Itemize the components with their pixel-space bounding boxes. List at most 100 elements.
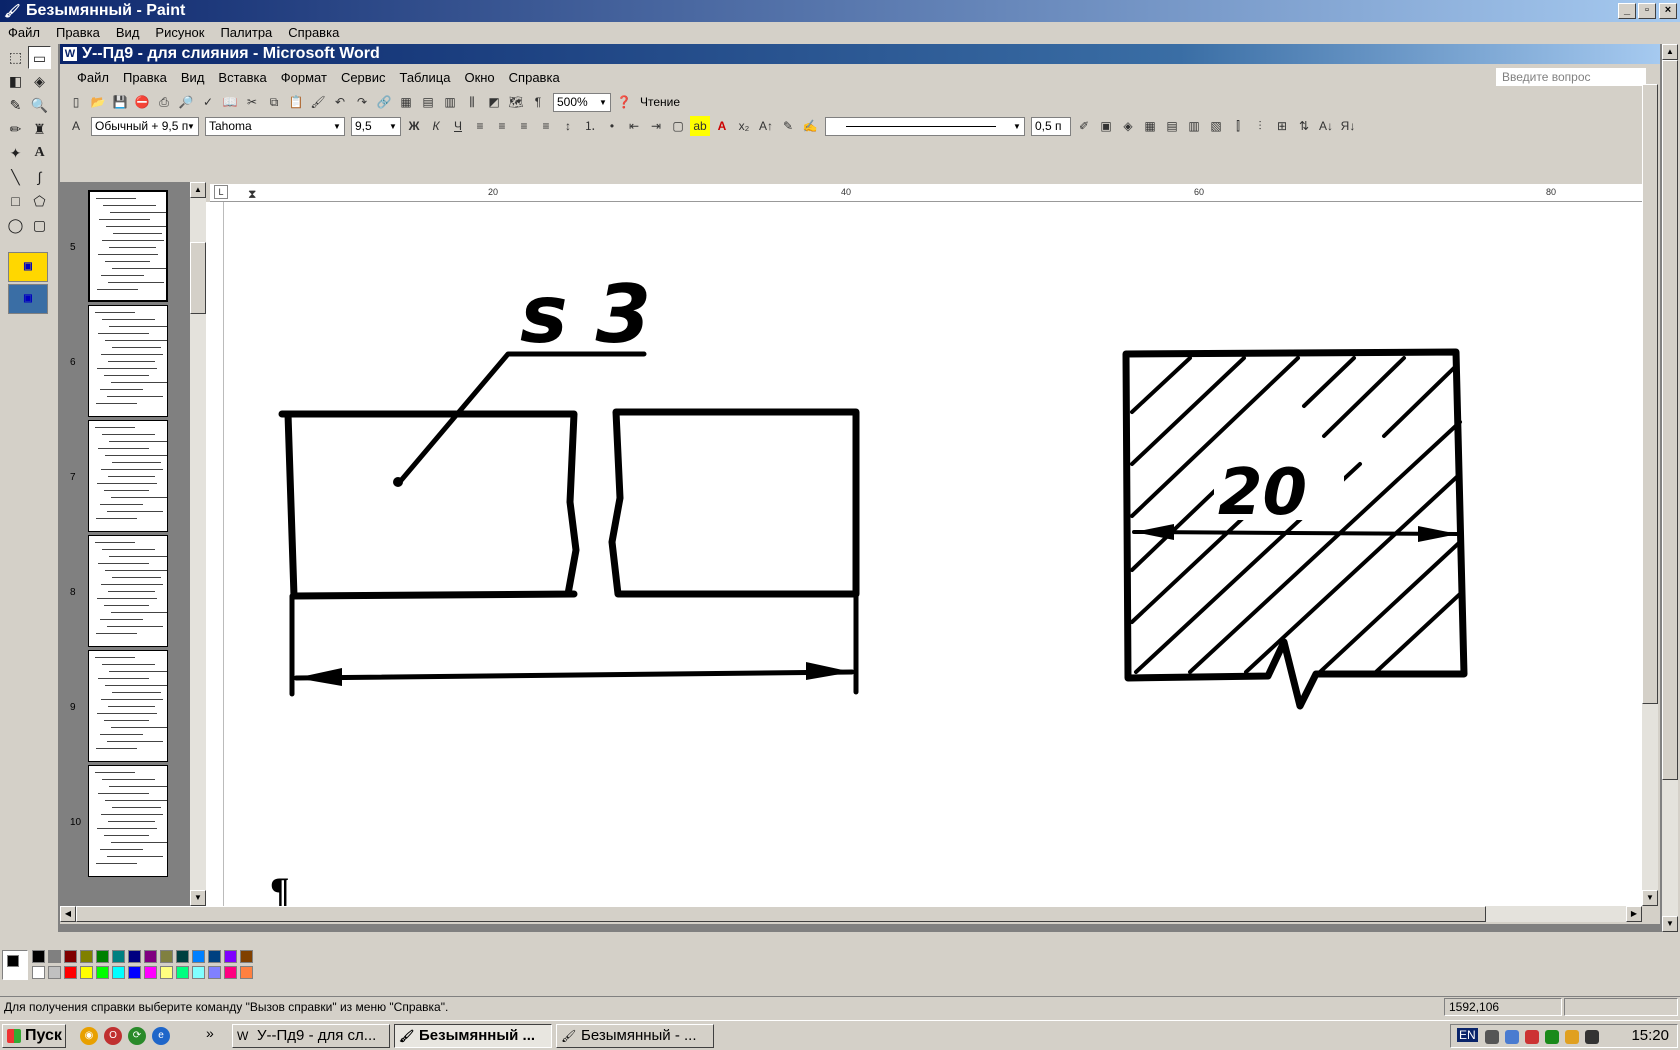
color-swatch[interactable] <box>128 966 141 979</box>
color-swatch[interactable] <box>32 966 45 979</box>
thumbnail-number: 6 <box>70 357 76 368</box>
color-swatch[interactable] <box>144 966 157 979</box>
thumbnail-line <box>108 282 164 283</box>
color-swatch[interactable] <box>80 950 93 963</box>
close-button[interactable]: × <box>1659 3 1677 19</box>
color-swatch[interactable] <box>192 966 205 979</box>
doc-map-icon: 🗺 <box>508 95 524 109</box>
color-swatch[interactable] <box>160 966 173 979</box>
clock: 15:20 <box>1631 1027 1669 1044</box>
paint-menu-palette[interactable]: Палитра <box>212 25 280 40</box>
tray-battery-icon[interactable] <box>1545 1030 1559 1044</box>
color-swatch[interactable] <box>224 966 237 979</box>
paint-menu-image[interactable]: Рисунок <box>147 25 212 40</box>
transparent-option-icon[interactable]: ▣ <box>8 284 48 314</box>
rounded-rect-tool[interactable]: ▢ <box>28 214 51 237</box>
fill-tool[interactable]: ◈ <box>28 70 51 93</box>
color-swatch[interactable] <box>208 950 221 963</box>
paint-menu-edit[interactable]: Правка <box>48 25 108 40</box>
current-colors[interactable] <box>2 950 28 980</box>
paint-menu-help[interactable]: Справка <box>280 25 347 40</box>
color-picker-tool[interactable]: ✎ <box>4 94 27 117</box>
color-swatch[interactable] <box>48 950 61 963</box>
tray-network-icon[interactable] <box>1505 1030 1519 1044</box>
highlight-icon: ab <box>690 116 710 136</box>
color-swatch[interactable] <box>208 966 221 979</box>
color-swatch[interactable] <box>240 966 253 979</box>
rect-select-tool[interactable]: ▭ <box>28 46 51 69</box>
brush-tool[interactable]: ♜ <box>28 118 51 141</box>
pencil-tool[interactable]: ✏ <box>4 118 27 141</box>
quicklaunch-opera-icon[interactable]: O <box>104 1027 122 1045</box>
paint-title-bar[interactable]: 🖌 Безымянный - Paint _ ▫ × <box>0 0 1680 22</box>
color-swatch[interactable] <box>112 966 125 979</box>
color-swatch[interactable] <box>144 950 157 963</box>
minimize-button[interactable]: _ <box>1618 3 1636 19</box>
page-thumbnail <box>88 305 168 417</box>
color-swatch[interactable] <box>96 950 109 963</box>
color-swatch[interactable] <box>48 966 61 979</box>
color-swatch[interactable] <box>192 950 205 963</box>
align-cell-icon: ▧ <box>1210 119 1222 133</box>
color-swatch[interactable] <box>128 950 141 963</box>
color-swatch[interactable] <box>176 966 189 979</box>
scroll-down-icon[interactable]: ▼ <box>1662 916 1678 932</box>
color-swatch[interactable] <box>96 966 109 979</box>
quicklaunch-ie-icon[interactable]: e <box>152 1027 170 1045</box>
color-swatch[interactable] <box>32 950 45 963</box>
paint-menu-view[interactable]: Вид <box>108 25 148 40</box>
quicklaunch-icon-1[interactable]: ◉ <box>80 1027 98 1045</box>
polygon-tool[interactable]: ⬠ <box>28 190 51 213</box>
paint-vscroll-thumb[interactable] <box>1662 60 1678 780</box>
document-vscrollbar: ▼ <box>1642 84 1658 906</box>
tab-selector: L <box>214 185 228 199</box>
start-button[interactable]: Пуск <box>2 1024 66 1048</box>
thumbnail-line <box>101 354 163 355</box>
color-swatch[interactable] <box>80 966 93 979</box>
tray-volume-icon[interactable] <box>1525 1030 1539 1044</box>
line-tool[interactable]: ╲ <box>4 166 27 189</box>
outside-border-icon: ▣ <box>1100 119 1112 133</box>
color-swatch[interactable] <box>224 950 237 963</box>
task-paint-1[interactable]: 🖌 Безымянный ... <box>394 1024 552 1048</box>
section-arrowhead-left <box>1134 524 1174 540</box>
left-rect-part-b <box>608 408 860 598</box>
paint-canvas[interactable]: W У--Пд9 - для слияния - Microsoft Word … <box>58 44 1662 932</box>
paint-menu-file[interactable]: Файл <box>0 25 48 40</box>
color-swatch[interactable] <box>64 950 77 963</box>
eraser-tool[interactable]: ◧ <box>4 70 27 93</box>
chevron-right-icon[interactable]: » <box>206 1025 214 1041</box>
ellipse-tool[interactable]: ◯ <box>4 214 27 237</box>
word-formatting-toolbar: A Обычный + 9,5 п ▼ Tahoma ▼ 9,5 ▼ Ж К Ч ≡ … <box>66 114 1360 138</box>
task-paint-2[interactable]: 🖌 Безымянный - ... <box>556 1024 714 1048</box>
color-swatch[interactable] <box>64 966 77 979</box>
new-doc-icon: ▯ <box>72 95 80 109</box>
maximize-button[interactable]: ▫ <box>1638 3 1656 19</box>
curve-tool[interactable]: ∫ <box>28 166 51 189</box>
opaque-option-icon[interactable]: ▣ <box>8 252 48 282</box>
language-indicator[interactable]: EN <box>1457 1028 1478 1042</box>
scroll-up-icon[interactable]: ▲ <box>1662 44 1678 60</box>
quicklaunch-icon-3[interactable]: ⟳ <box>128 1027 146 1045</box>
thumbnail-line <box>102 434 155 435</box>
color-swatch[interactable] <box>240 950 253 963</box>
thumbnail-line <box>97 289 138 290</box>
color-swatch[interactable] <box>160 950 173 963</box>
color-swatch[interactable] <box>176 950 189 963</box>
tray-gear-icon[interactable] <box>1485 1030 1499 1044</box>
task-word[interactable]: W У--Пд9 - для сл... <box>232 1024 390 1048</box>
thumbnail-line <box>107 511 163 512</box>
text-tool[interactable]: A <box>28 142 51 165</box>
hyperlink-icon: 🔗 <box>376 95 392 109</box>
tray-extra-icon[interactable] <box>1585 1030 1599 1044</box>
color-swatch[interactable] <box>112 950 125 963</box>
magnifier-tool[interactable]: 🔍 <box>28 94 51 117</box>
tray-app-icon[interactable] <box>1565 1030 1579 1044</box>
thumbnails-scrollbar: ▲ ▼ <box>190 182 206 906</box>
thumbnail-line <box>109 326 167 327</box>
rectangle-tool[interactable]: □ <box>4 190 27 213</box>
airbrush-tool[interactable]: ✦ <box>4 142 27 165</box>
free-select-tool[interactable]: ⬚ <box>4 46 27 69</box>
paint-vscrollbar[interactable]: ▲ ▼ <box>1662 44 1678 932</box>
thumbnail-line <box>109 556 167 557</box>
